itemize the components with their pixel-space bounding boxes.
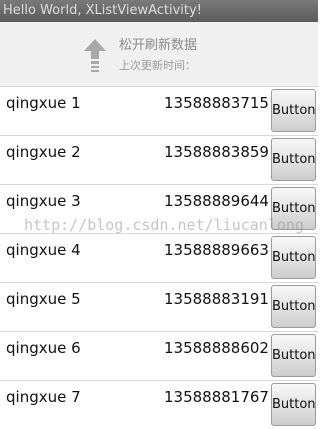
row-button[interactable]: Button bbox=[271, 285, 316, 328]
contact-phone: 13588883859 bbox=[164, 143, 269, 161]
contact-name: qingxue 1 bbox=[6, 94, 81, 112]
last-update-label: 上次更新时间： bbox=[119, 59, 196, 72]
contact-phone: 13588889663 bbox=[164, 241, 269, 259]
title-bar: Hello World, XListViewActivity! bbox=[0, 0, 318, 22]
refresh-status-text: 松开刷新数据 bbox=[119, 38, 198, 53]
list-item: qingxue 4 13588889663 Button bbox=[0, 233, 318, 282]
contact-name: qingxue 7 bbox=[6, 388, 81, 406]
contact-phone: 13588888602 bbox=[164, 339, 269, 357]
contact-phone: 13588889644 bbox=[164, 192, 269, 210]
contact-name: qingxue 5 bbox=[6, 290, 81, 308]
list-item: qingxue 5 13588883191 Button bbox=[0, 282, 318, 331]
list-item: qingxue 7 13588881767 Button bbox=[0, 380, 318, 429]
row-button[interactable]: Button bbox=[271, 236, 316, 279]
up-arrow-icon bbox=[84, 39, 106, 72]
row-button[interactable]: Button bbox=[271, 187, 316, 230]
list-item: qingxue 2 13588883859 Button bbox=[0, 135, 318, 184]
list-item: qingxue 6 13588888602 Button bbox=[0, 331, 318, 380]
contact-name: qingxue 3 bbox=[6, 192, 81, 210]
window-title: Hello World, XListViewActivity! bbox=[3, 3, 202, 18]
contact-phone: 13588881767 bbox=[164, 388, 269, 406]
contact-name: qingxue 4 bbox=[6, 241, 81, 259]
list-item: qingxue 3 13588889644 Button bbox=[0, 184, 318, 233]
list-item: qingxue 1 13588883715 Button bbox=[0, 86, 318, 135]
contact-name: qingxue 6 bbox=[6, 339, 81, 357]
row-button[interactable]: Button bbox=[271, 138, 316, 181]
row-button[interactable]: Button bbox=[271, 383, 316, 426]
row-button[interactable]: Button bbox=[271, 334, 316, 377]
pull-to-refresh-header: 松开刷新数据 上次更新时间： bbox=[0, 22, 318, 86]
contact-phone: 13588883715 bbox=[164, 94, 269, 112]
contact-name: qingxue 2 bbox=[6, 143, 81, 161]
row-button[interactable]: Button bbox=[271, 89, 316, 132]
contact-phone: 13588883191 bbox=[164, 290, 269, 308]
contact-list[interactable]: qingxue 1 13588883715 Button qingxue 2 1… bbox=[0, 86, 318, 429]
